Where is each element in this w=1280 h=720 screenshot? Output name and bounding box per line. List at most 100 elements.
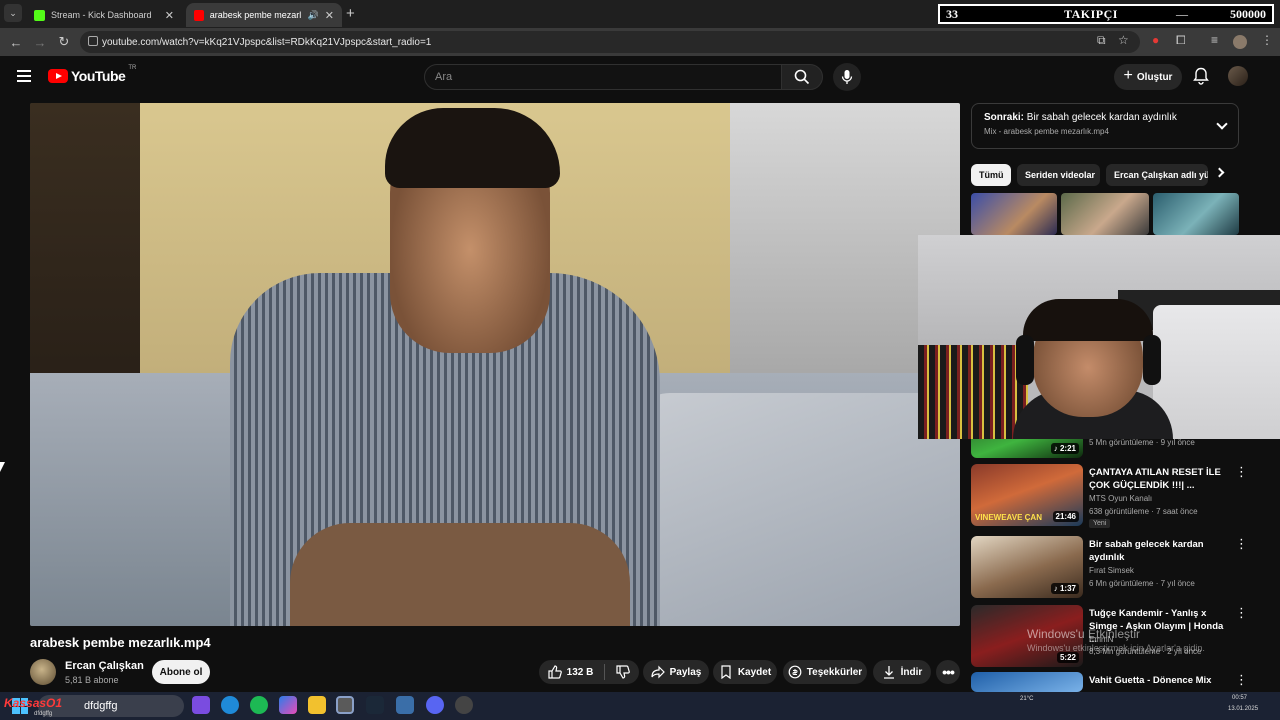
site-info-icon[interactable] [88, 36, 98, 46]
webcam-clothes [918, 345, 1028, 439]
profile-avatar[interactable] [1233, 35, 1247, 49]
mix-thumbnail[interactable] [971, 193, 1057, 235]
search-input[interactable]: Ara [424, 64, 782, 90]
tab-youtube-video[interactable]: arabesk pembe mezarlık.mp 🔊 ✕ [186, 3, 342, 27]
channel-name[interactable]: MTS Oyun Kanalı [1089, 494, 1152, 503]
video-title: Vahit Guetta - Dönence Mix [1089, 675, 1212, 686]
more-horizontal-icon: ••• [942, 664, 955, 680]
new-tab-button[interactable]: + [346, 5, 355, 22]
duration-badge: ♪ 1:37 [1050, 583, 1079, 594]
video-title: Bir sabah gelecek kardan aydınlık [1089, 539, 1204, 563]
video-thumbnail[interactable]: VINEWEAVE ÇAN 21:46 [971, 464, 1083, 526]
channel-avatar[interactable] [30, 659, 56, 685]
chrome-icon[interactable] [336, 696, 354, 714]
address-bar[interactable]: youtube.com/watch?v=kKq21VJpspc&list=RDk… [80, 31, 1140, 53]
spotify-icon[interactable] [250, 696, 268, 714]
video-thumbnail[interactable] [971, 672, 1083, 692]
minimize-icon: — [1176, 6, 1188, 21]
download-button[interactable]: İndir [873, 660, 931, 684]
more-actions-button[interactable]: ••• [936, 660, 960, 684]
account-avatar[interactable] [1228, 66, 1248, 86]
app-icon[interactable] [396, 696, 414, 714]
voice-search-button[interactable] [833, 63, 861, 91]
duration-badge: ♪ 2:21 [1050, 443, 1079, 454]
close-icon[interactable]: ✕ [165, 9, 174, 22]
notifications-bell-icon[interactable] [1193, 67, 1209, 85]
browser-menu-icon[interactable]: ⋮ [1261, 33, 1273, 47]
save-button[interactable]: Kaydet [713, 660, 777, 684]
app-icon[interactable] [192, 696, 210, 714]
chip-series[interactable]: Seriden videolar [1017, 164, 1100, 186]
copilot-icon[interactable] [279, 696, 297, 714]
video-player[interactable] [30, 103, 960, 626]
clock-date[interactable]: 13.01.2025 [1228, 706, 1258, 712]
subscribe-button[interactable]: Abone ol [152, 660, 210, 684]
reload-icon[interactable]: ↻ [52, 34, 76, 50]
recommendation-item[interactable]: VINEWEAVE ÇAN 21:46 ÇANTAYA ATILAN RESET… [971, 464, 1248, 528]
webcam-person-hair [1023, 299, 1153, 341]
chevron-right-icon[interactable] [1214, 167, 1225, 178]
up-next-card[interactable]: Sonraki: Bir sabah gelecek kardan aydınl… [971, 103, 1239, 149]
video-person-hands [290, 523, 630, 626]
bookmark-icon [721, 665, 731, 679]
youtube-logo[interactable]: YouTube TR [48, 65, 136, 84]
chip-channel[interactable]: Ercan Çalışkan adlı yü [1106, 164, 1208, 186]
stream-alert-sub: dfdgffg [34, 711, 53, 717]
create-button[interactable]: + Oluştur [1114, 64, 1182, 90]
subscriber-count: 5,81 B abone [65, 675, 119, 685]
follower-goal-overlay: 33 TAKIPÇI — 500000 [938, 4, 1274, 24]
back-icon[interactable]: ← [4, 35, 28, 50]
video-thumbnail[interactable]: ♪ 1:37 [971, 536, 1083, 598]
tab-kick-dashboard[interactable]: Stream - Kick Dashboard ✕ [26, 3, 182, 27]
super-thanks-icon [788, 665, 802, 679]
speaker-icon[interactable]: 🔊 [308, 10, 319, 21]
more-vertical-icon[interactable] [1235, 672, 1248, 688]
like-count[interactable]: 132 B [567, 667, 594, 678]
more-vertical-icon[interactable] [1235, 464, 1248, 480]
share-icon [651, 665, 665, 679]
mix-thumbnail[interactable] [1061, 193, 1149, 235]
install-app-icon[interactable]: ⧉ [1097, 33, 1106, 48]
webcam-desk [1153, 305, 1280, 439]
like-dislike-group: 132 B [539, 660, 639, 684]
dislike-icon[interactable] [616, 665, 631, 679]
search-button[interactable] [781, 64, 823, 90]
more-vertical-icon[interactable] [1235, 605, 1248, 621]
tab-search-button[interactable]: ⌄ [4, 4, 22, 22]
search-placeholder: Ara [435, 71, 453, 83]
bookmark-star-icon[interactable]: ☆ [1118, 33, 1129, 47]
steam-icon[interactable] [366, 696, 384, 714]
like-icon[interactable] [548, 665, 562, 679]
divider [604, 664, 606, 680]
chip-all[interactable]: Tümü [971, 164, 1011, 186]
channel-name[interactable]: Fırat Simsek [1089, 566, 1134, 575]
media-controls-icon[interactable]: ≡ [1211, 33, 1218, 47]
thanks-button[interactable]: Teşekkürler [783, 660, 867, 684]
folder-icon[interactable] [308, 696, 326, 714]
obs-icon[interactable] [455, 696, 473, 714]
recommendation-item[interactable]: Vahit Guetta - Dönence Mix [971, 672, 1248, 692]
close-icon[interactable]: ✕ [325, 9, 334, 22]
discord-icon[interactable] [426, 696, 444, 714]
url-text: youtube.com/watch?v=kKq21VJpspc&list=RDk… [102, 36, 432, 48]
browser-toolbar: ← → ↻ youtube.com/watch?v=kKq21VJpspc&li… [0, 28, 1280, 56]
headphone-icon [1016, 335, 1034, 385]
share-button[interactable]: Paylaş [643, 660, 709, 684]
extension-icon[interactable]: ● [1152, 33, 1159, 47]
tab-label: arabesk pembe mezarlık.mp [209, 10, 302, 20]
video-meta: 5 Mn görüntüleme · 9 yıl önce [1089, 438, 1195, 447]
channel-name[interactable]: Ercan Çalışkan [65, 660, 144, 672]
up-next-subtitle: Mix - arabesk pembe mezarlık.mp4 [984, 127, 1109, 136]
weather-widget[interactable]: 21°C [1020, 696, 1033, 702]
download-icon [883, 666, 894, 679]
forward-icon[interactable]: → [28, 35, 52, 50]
more-vertical-icon[interactable] [1235, 536, 1248, 552]
clock-time[interactable]: 00:57 [1232, 695, 1247, 701]
edge-icon[interactable] [221, 696, 239, 714]
stream-alert-name: KassasO1 [4, 696, 63, 710]
mix-thumbnail[interactable] [1153, 193, 1239, 235]
hamburger-menu-icon[interactable] [17, 70, 31, 82]
search-icon [794, 69, 810, 85]
extensions-puzzle-icon[interactable]: ⧠ [1176, 33, 1186, 48]
recommendation-item[interactable]: ♪ 1:37 Bir sabah gelecek kardan aydınlık… [971, 536, 1248, 600]
